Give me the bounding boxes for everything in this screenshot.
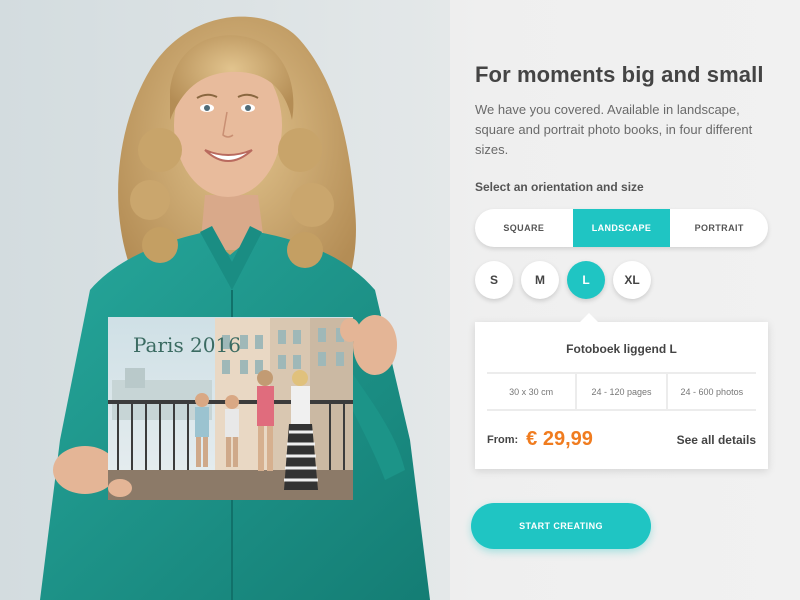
start-creating-button[interactable]: START CREATING [471, 503, 651, 549]
photo-book-cover: Paris 2016 [108, 317, 353, 500]
product-panel: For moments big and small We have you co… [471, 0, 775, 600]
spec-dimensions: 30 x 30 cm [509, 386, 554, 397]
orientation-landscape-button[interactable]: LANDSCAPE [572, 209, 671, 247]
size-selector: S M L XL [475, 261, 659, 299]
page-description: We have you covered. Available in landsc… [475, 102, 753, 157]
spec-photos: 24 - 600 photos [665, 374, 756, 409]
orientation-square-button[interactable]: SQUARE [475, 209, 573, 247]
see-all-details-link[interactable]: See all details [677, 433, 756, 447]
size-l-button[interactable]: L [567, 261, 605, 299]
size-xl-button[interactable]: XL [613, 261, 651, 299]
card-pointer [580, 313, 598, 322]
orientation-portrait-button[interactable]: PORTRAIT [670, 209, 768, 247]
book-cover-text: Paris 2016 [133, 333, 241, 357]
size-s-button[interactable]: S [475, 261, 513, 299]
product-specs: 30 x 30 cm 24 - 120 pages 24 - 600 photo… [487, 372, 756, 411]
hero-image: Paris 2016 [0, 0, 450, 600]
person-holding-photo-book: Paris 2016 [0, 0, 450, 600]
price-row: From: € 29,99 See all details [487, 428, 756, 451]
product-card: Fotoboek liggend L 30 x 30 cm 24 - 120 p… [475, 313, 768, 469]
page-title: For moments big and small [475, 62, 764, 87]
size-m-button[interactable]: M [521, 261, 559, 299]
orientation-selector: SQUARE LANDSCAPE PORTRAIT [475, 209, 768, 247]
product-name: Fotoboek liggend L [566, 342, 677, 356]
spec-pages: 24 - 120 pages [575, 374, 665, 409]
price-value: € 29,99 [526, 428, 593, 450]
price-from-label: From: [487, 433, 519, 446]
selector-label: Select an orientation and size [475, 180, 644, 194]
